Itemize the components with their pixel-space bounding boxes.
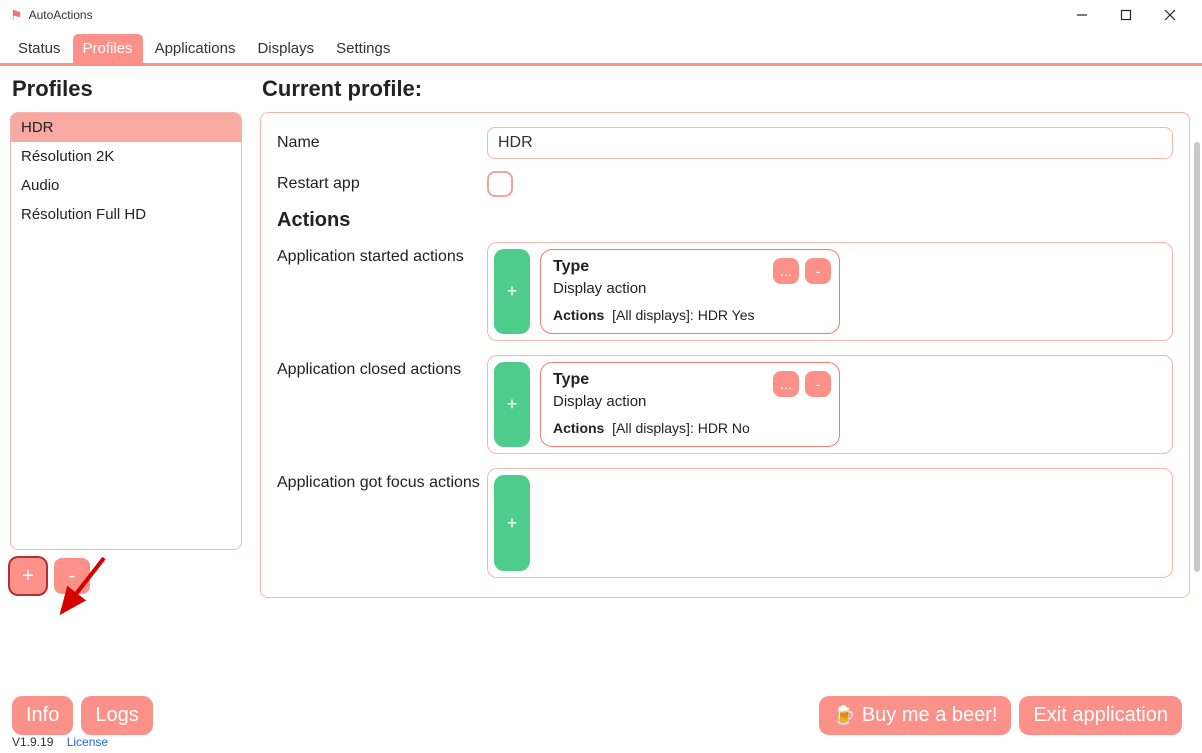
info-button[interactable]: Info — [12, 696, 73, 735]
tab-settings[interactable]: Settings — [326, 34, 400, 63]
profile-item[interactable]: Résolution 2K — [11, 142, 241, 171]
app-flag-icon: ⚑ — [10, 7, 23, 24]
action-group-started: Application started actions + ... - Type… — [277, 242, 1173, 341]
current-profile-heading: Current profile: — [262, 76, 1190, 102]
version-text: V1.9.19 — [12, 735, 53, 749]
footer: Info Logs 🍺 Buy me a beer! Exit applicati… — [0, 690, 1202, 753]
exit-button[interactable]: Exit application — [1019, 696, 1182, 735]
tab-bar: Status Profiles Applications Displays Se… — [0, 30, 1202, 66]
name-input[interactable] — [487, 127, 1173, 159]
action-item[interactable]: ... - Type Display action Actions [All d… — [540, 362, 840, 447]
add-action-button[interactable]: + — [494, 475, 530, 571]
action-actions-value: [All displays]: HDR No — [612, 420, 750, 436]
logs-button[interactable]: Logs — [81, 696, 152, 735]
action-item[interactable]: ... - Type Display action Actions [All d… — [540, 249, 840, 334]
action-remove-button[interactable]: - — [805, 371, 831, 397]
remove-profile-button[interactable]: - — [54, 558, 90, 594]
profiles-panel: Profiles HDR Résolution 2K Audio Résolut… — [0, 66, 248, 604]
window-title: AutoActions — [29, 8, 93, 22]
tab-status[interactable]: Status — [8, 34, 71, 63]
action-group-label: Application started actions — [277, 242, 487, 341]
action-group-label: Application closed actions — [277, 355, 487, 454]
action-remove-button[interactable]: - — [805, 258, 831, 284]
window-close-button[interactable] — [1148, 1, 1192, 29]
add-action-button[interactable]: + — [494, 362, 530, 447]
beer-icon: 🍺 — [833, 705, 855, 726]
profile-item[interactable]: Résolution Full HD — [11, 200, 241, 229]
action-group-label: Application got focus actions — [277, 468, 487, 578]
profile-card: Name Restart app Actions Application sta… — [260, 112, 1190, 598]
tab-profiles[interactable]: Profiles — [73, 34, 143, 63]
title-bar: ⚑ AutoActions — [0, 0, 1202, 30]
scrollbar[interactable] — [1194, 142, 1200, 572]
name-label: Name — [277, 134, 487, 152]
action-actions-value: [All displays]: HDR Yes — [612, 307, 754, 323]
profiles-heading: Profiles — [12, 76, 248, 102]
action-more-button[interactable]: ... — [773, 258, 799, 284]
tab-displays[interactable]: Displays — [247, 34, 324, 63]
license-link[interactable]: License — [67, 735, 108, 749]
buy-beer-button[interactable]: 🍺 Buy me a beer! — [819, 696, 1011, 735]
action-more-button[interactable]: ... — [773, 371, 799, 397]
buy-beer-label: Buy me a beer! — [862, 704, 998, 727]
action-group-closed: Application closed actions + ... - Type … — [277, 355, 1173, 454]
window-minimize-button[interactable] — [1060, 1, 1104, 29]
current-profile-panel: Current profile: Name Restart app Action… — [248, 66, 1202, 604]
window-maximize-button[interactable] — [1104, 1, 1148, 29]
add-profile-button[interactable]: + — [10, 558, 46, 594]
profile-item[interactable]: Audio — [11, 171, 241, 200]
actions-heading: Actions — [277, 209, 1173, 232]
restart-checkbox[interactable] — [487, 171, 513, 197]
add-action-button[interactable]: + — [494, 249, 530, 334]
profiles-list[interactable]: HDR Résolution 2K Audio Résolution Full … — [10, 112, 242, 550]
tab-applications[interactable]: Applications — [145, 34, 246, 63]
restart-label: Restart app — [277, 175, 487, 193]
version-row: V1.9.19 License — [12, 735, 108, 749]
action-group-focus: Application got focus actions + — [277, 468, 1173, 578]
action-actions-label: Actions — [553, 420, 604, 436]
profile-item[interactable]: HDR — [11, 113, 241, 142]
action-actions-label: Actions — [553, 307, 604, 323]
